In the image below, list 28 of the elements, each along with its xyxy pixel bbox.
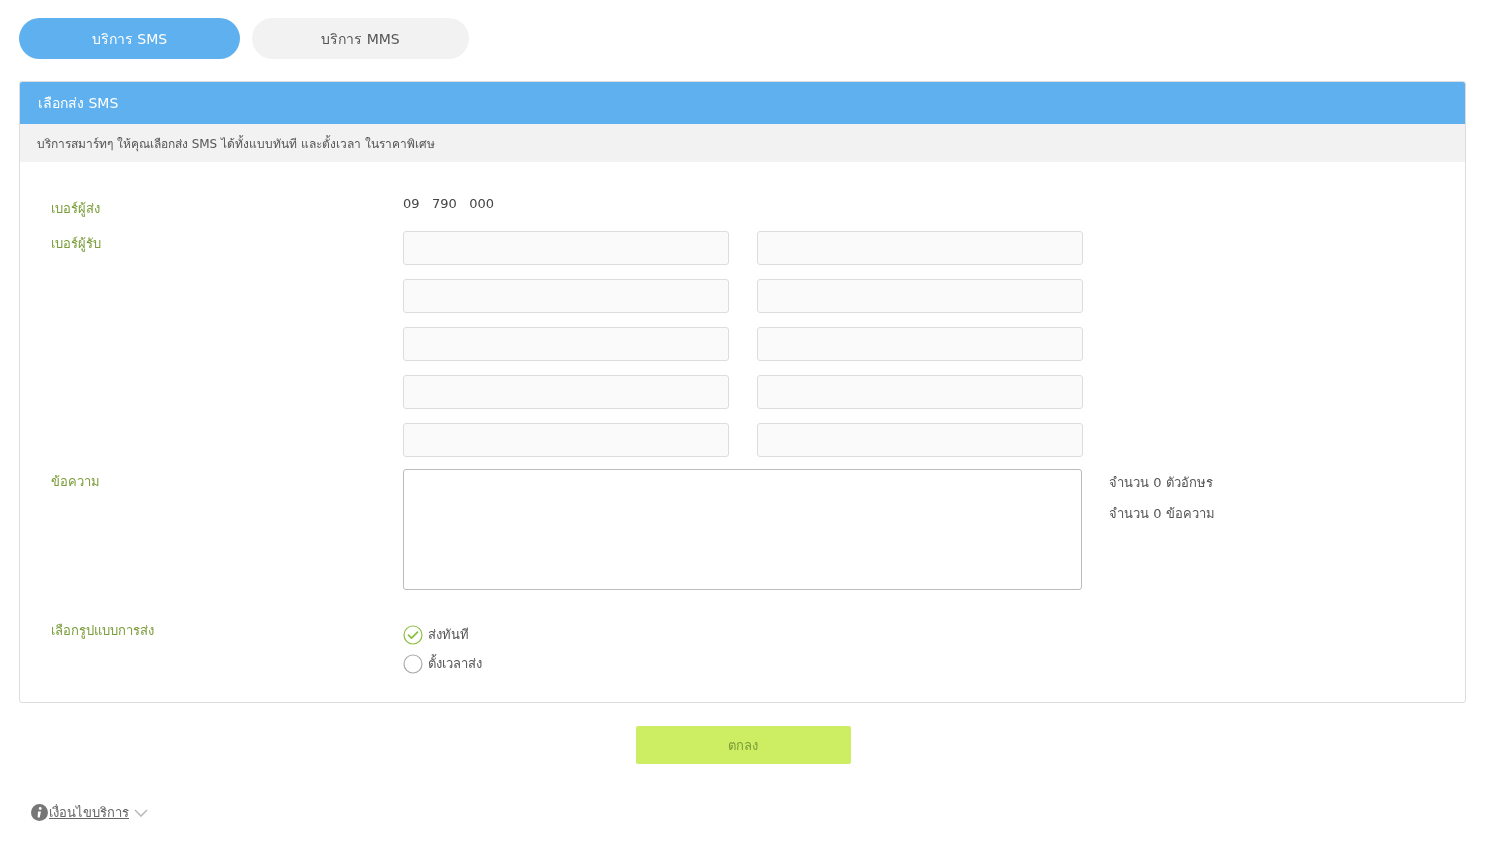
phone-input-field[interactable] — [757, 423, 1083, 457]
radio-checked-icon[interactable] — [403, 624, 423, 645]
phone-input-field[interactable] — [403, 375, 729, 409]
phone-input-field[interactable] — [757, 279, 1083, 313]
phone-input-field[interactable] — [757, 375, 1083, 409]
service-tab[interactable]: บริการ MMS — [252, 18, 469, 59]
sender-number: 09 790 000 — [403, 196, 495, 211]
option-label[interactable]: ส่งทันที — [428, 624, 469, 645]
field-label: เบอร์ผู้ส่ง — [51, 200, 101, 219]
phone-input-field[interactable] — [403, 231, 729, 265]
phone-input-field[interactable] — [757, 327, 1083, 361]
field-label: เลือกรูปแบบการส่ง — [51, 622, 155, 641]
panel-title: เลือกส่ง SMS — [38, 94, 119, 113]
terms-link[interactable]: เงื่อนไขบริการ — [49, 802, 129, 823]
chevron-icon[interactable] — [134, 808, 148, 817]
counter-text: จำนวน 0 ตัวอักษร — [1109, 474, 1214, 492]
phone-input-field[interactable] — [403, 279, 729, 313]
phone-input-field[interactable] — [403, 423, 729, 457]
phone-input-field[interactable] — [403, 327, 729, 361]
counter-text: จำนวน 0 ข้อความ — [1109, 505, 1216, 523]
field-label: ข้อความ — [51, 473, 101, 491]
field-label: เบอร์ผู้รับ — [51, 235, 102, 254]
option-label[interactable]: ตั้งเวลาส่ง — [428, 653, 482, 674]
radio-icon[interactable] — [403, 653, 423, 674]
message-field[interactable] — [403, 469, 1082, 590]
description-text: บริการสมาร์ทๆ ให้คุณเลือกส่ง SMS ได้ทั้งแบบทันที และตั้งเวลา ในราคาพิเศษ — [37, 134, 435, 153]
phone-input-field[interactable] — [757, 231, 1083, 265]
info-icon — [31, 804, 48, 821]
